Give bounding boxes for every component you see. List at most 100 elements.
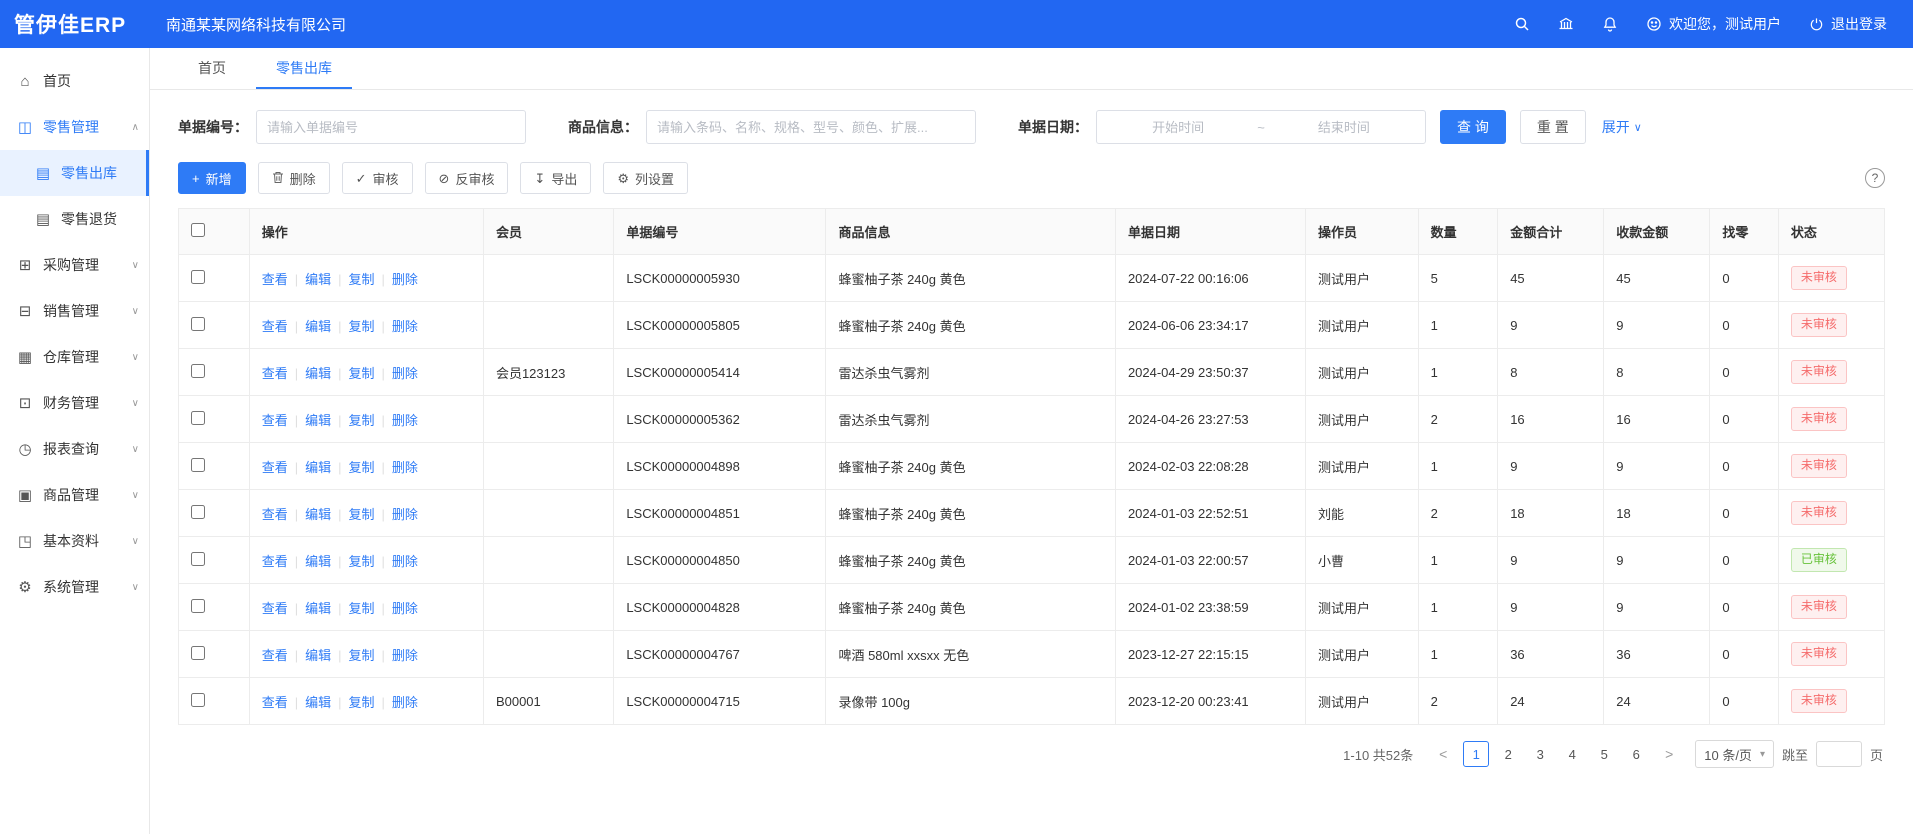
row-action-copy[interactable]: 复制 <box>349 507 375 522</box>
select-all-checkbox[interactable] <box>191 223 205 237</box>
row-action-edit[interactable]: 编辑 <box>305 648 331 663</box>
sidebar-item-finance-mgmt[interactable]: ⊡ 财务管理 ∨ <box>0 380 149 426</box>
row-action-edit[interactable]: 编辑 <box>305 460 331 475</box>
tab-retail-outbound[interactable]: 零售出库 <box>256 48 352 89</box>
audit-button[interactable]: ✓ 审核 <box>342 162 413 194</box>
row-action-edit[interactable]: 编辑 <box>305 319 331 334</box>
row-action-delete[interactable]: 删除 <box>392 648 418 663</box>
search-icon[interactable] <box>1514 16 1530 32</box>
date-range-picker[interactable]: ~ <box>1096 110 1426 144</box>
sidebar-item-sales-mgmt[interactable]: ⊟ 销售管理 ∨ <box>0 288 149 334</box>
page-button-4[interactable]: 4 <box>1559 741 1585 767</box>
prev-page-button[interactable]: < <box>1431 741 1455 767</box>
col-header-member: 会员 <box>483 209 613 255</box>
row-action-view[interactable]: 查看 <box>262 601 288 616</box>
cell-member <box>483 537 613 584</box>
row-action-delete[interactable]: 删除 <box>392 460 418 475</box>
row-action-copy[interactable]: 复制 <box>349 366 375 381</box>
unaudit-button[interactable]: ⊘ 反审核 <box>425 162 509 194</box>
row-action-delete[interactable]: 删除 <box>392 319 418 334</box>
row-action-copy[interactable]: 复制 <box>349 319 375 334</box>
tab-home[interactable]: 首页 <box>178 48 246 89</box>
page-size-select[interactable]: 10 条/页 ▾ <box>1695 740 1774 768</box>
page-button-5[interactable]: 5 <box>1591 741 1617 767</box>
row-action-view[interactable]: 查看 <box>262 648 288 663</box>
action-separator: | <box>338 413 341 428</box>
page-button-2[interactable]: 2 <box>1495 741 1521 767</box>
row-action-copy[interactable]: 复制 <box>349 554 375 569</box>
row-action-view[interactable]: 查看 <box>262 319 288 334</box>
welcome-user[interactable]: 欢迎您，测试用户 <box>1646 14 1781 34</box>
row-action-view[interactable]: 查看 <box>262 695 288 710</box>
sidebar-item-report-query[interactable]: ◷ 报表查询 ∨ <box>0 426 149 472</box>
row-checkbox[interactable] <box>191 317 205 331</box>
sidebar-item-purchase-mgmt[interactable]: ⊞ 采购管理 ∨ <box>0 242 149 288</box>
delete-button[interactable]: 删除 <box>258 162 330 194</box>
add-button[interactable]: + 新增 <box>178 162 246 194</box>
row-action-delete[interactable]: 删除 <box>392 601 418 616</box>
row-action-view[interactable]: 查看 <box>262 507 288 522</box>
start-date-input[interactable] <box>1105 111 1251 143</box>
page-button-3[interactable]: 3 <box>1527 741 1553 767</box>
row-action-delete[interactable]: 删除 <box>392 413 418 428</box>
row-checkbox[interactable] <box>191 364 205 378</box>
row-checkbox[interactable] <box>191 599 205 613</box>
row-action-edit[interactable]: 编辑 <box>305 601 331 616</box>
row-action-copy[interactable]: 复制 <box>349 648 375 663</box>
row-action-view[interactable]: 查看 <box>262 460 288 475</box>
row-action-copy[interactable]: 复制 <box>349 695 375 710</box>
row-action-copy[interactable]: 复制 <box>349 413 375 428</box>
jump-page-input[interactable] <box>1816 741 1862 767</box>
help-icon[interactable]: ? <box>1865 168 1885 188</box>
sidebar-item-retail-mgmt[interactable]: ◫ 零售管理 ∧ <box>0 104 149 150</box>
column-settings-button[interactable]: ⚙ 列设置 <box>603 162 688 194</box>
row-action-edit[interactable]: 编辑 <box>305 554 331 569</box>
sidebar-item-retail-outbound[interactable]: ▤ 零售出库 <box>0 150 149 196</box>
page-button-6[interactable]: 6 <box>1623 741 1649 767</box>
end-date-input[interactable] <box>1271 111 1417 143</box>
sidebar-item-system-mgmt[interactable]: ⚙ 系统管理 ∨ <box>0 564 149 610</box>
row-action-view[interactable]: 查看 <box>262 413 288 428</box>
row-checkbox[interactable] <box>191 458 205 472</box>
page-button-1[interactable]: 1 <box>1463 741 1489 767</box>
row-action-edit[interactable]: 编辑 <box>305 272 331 287</box>
next-page-button[interactable]: > <box>1657 741 1681 767</box>
row-action-edit[interactable]: 编辑 <box>305 413 331 428</box>
row-action-delete[interactable]: 删除 <box>392 695 418 710</box>
row-checkbox[interactable] <box>191 411 205 425</box>
row-action-edit[interactable]: 编辑 <box>305 366 331 381</box>
sidebar-item-basic-data[interactable]: ◳ 基本资料 ∨ <box>0 518 149 564</box>
sidebar-item-product-mgmt[interactable]: ▣ 商品管理 ∨ <box>0 472 149 518</box>
logout-button[interactable]: 退出登录 <box>1809 14 1887 34</box>
row-checkbox[interactable] <box>191 270 205 284</box>
sidebar-item-home[interactable]: ⌂ 首页 <box>0 58 149 104</box>
row-action-edit[interactable]: 编辑 <box>305 507 331 522</box>
row-action-delete[interactable]: 删除 <box>392 272 418 287</box>
row-checkbox[interactable] <box>191 505 205 519</box>
bank-icon[interactable] <box>1558 16 1574 32</box>
row-action-copy[interactable]: 复制 <box>349 601 375 616</box>
sidebar-item-retail-return[interactable]: ▤ 零售退货 <box>0 196 149 242</box>
row-action-delete[interactable]: 删除 <box>392 366 418 381</box>
row-action-view[interactable]: 查看 <box>262 272 288 287</box>
row-action-view[interactable]: 查看 <box>262 554 288 569</box>
row-checkbox[interactable] <box>191 552 205 566</box>
bill-no-input[interactable] <box>256 110 526 144</box>
reset-button[interactable]: 重 置 <box>1520 110 1586 144</box>
row-action-view[interactable]: 查看 <box>262 366 288 381</box>
cell-actions: 查看|编辑|复制|删除 <box>249 396 483 443</box>
row-action-delete[interactable]: 删除 <box>392 554 418 569</box>
row-action-delete[interactable]: 删除 <box>392 507 418 522</box>
expand-link[interactable]: 展开 ∨ <box>1602 117 1642 137</box>
outbound-doc-icon: ▤ <box>34 164 52 182</box>
bell-icon[interactable] <box>1602 16 1618 32</box>
row-action-copy[interactable]: 复制 <box>349 272 375 287</box>
export-button[interactable]: ↧ 导出 <box>520 162 591 194</box>
search-button[interactable]: 查 询 <box>1440 110 1506 144</box>
product-info-input[interactable] <box>646 110 976 144</box>
sidebar-item-warehouse-mgmt[interactable]: ▦ 仓库管理 ∨ <box>0 334 149 380</box>
row-checkbox[interactable] <box>191 693 205 707</box>
row-action-edit[interactable]: 编辑 <box>305 695 331 710</box>
row-checkbox[interactable] <box>191 646 205 660</box>
row-action-copy[interactable]: 复制 <box>349 460 375 475</box>
